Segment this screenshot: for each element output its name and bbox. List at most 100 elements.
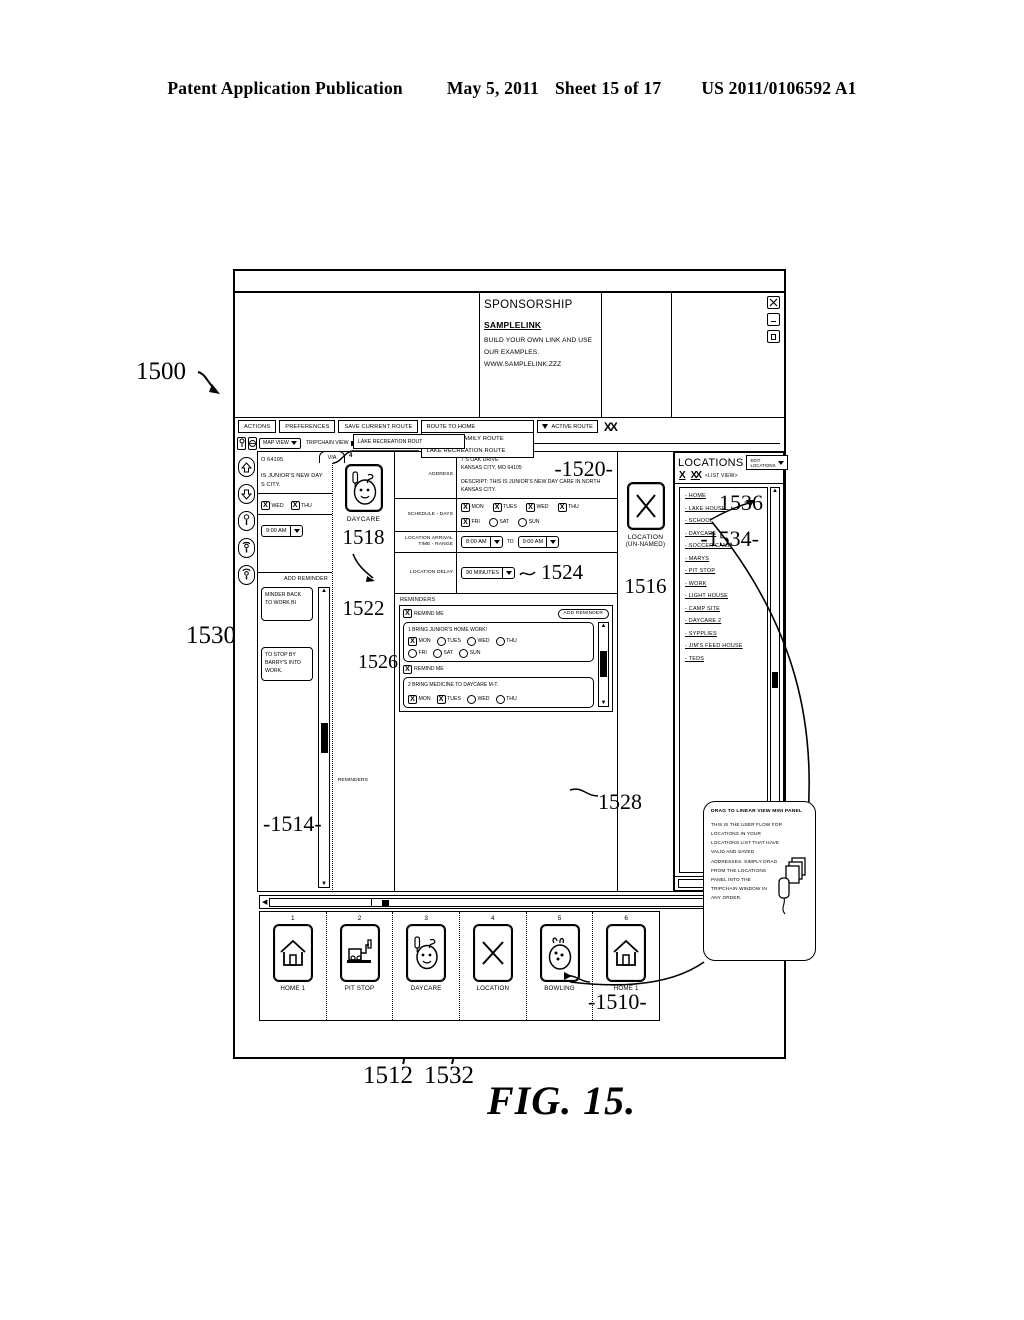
schedule-day-tues[interactable]: X TUES <box>492 503 517 513</box>
left-day-thu[interactable]: X THU <box>290 501 312 511</box>
reminders-header: X REMIND ME ADD REMINDER <box>403 608 609 619</box>
minimize-icon[interactable] <box>767 313 780 326</box>
info-rail-icon-3[interactable] <box>237 565 255 585</box>
leader-1524 <box>519 571 536 576</box>
scroll-left-icon[interactable]: ◀ <box>262 898 267 906</box>
ref-1530: 1530 <box>186 622 236 649</box>
info-rail-icon-1[interactable] <box>237 511 255 531</box>
left-notes-scrollbar[interactable]: ▲ ▼ <box>318 587 330 888</box>
delay-select[interactable]: 90 MINUTES <box>461 567 516 579</box>
leader-1500 <box>197 371 220 394</box>
maximize-icon[interactable] <box>767 330 780 343</box>
scroll-down-icon[interactable]: ▼ <box>321 881 327 887</box>
arrival-from-select[interactable]: 8:00 AM <box>461 536 503 549</box>
reminder-item-1[interactable]: 1 BRING JUNIOR'S HOME WORK! X MON TUES WE… <box>403 621 594 662</box>
chevron-up-rail-icon[interactable] <box>237 457 255 477</box>
schedule-day-sat-label: SAT <box>499 518 510 525</box>
checkbox-checked-icon[interactable]: X <box>492 503 502 513</box>
info-rail-icon-2[interactable] <box>237 538 255 558</box>
scroll-up-icon[interactable]: ▲ <box>601 623 607 629</box>
add-reminder-button[interactable]: ADD REMINDER <box>557 608 609 619</box>
checkbox-unchecked-icon[interactable] <box>408 648 417 658</box>
left-day-wed[interactable]: X WED <box>261 501 284 511</box>
house-icon[interactable] <box>272 924 313 982</box>
figure-caption: FIG. 15. <box>487 1078 637 1123</box>
checkbox-checked-icon[interactable]: X <box>403 664 412 674</box>
checkbox-unchecked-icon[interactable] <box>459 648 469 658</box>
left-add-reminder-button[interactable]: ADD REMINDER <box>258 573 332 584</box>
checkbox-unchecked-icon[interactable] <box>488 518 498 528</box>
checkbox-checked-icon[interactable]: X <box>461 503 470 513</box>
route-select[interactable]: ROUTE TO HOME <box>421 420 535 433</box>
tab-tripchain-view[interactable]: TRIPCHAIN VIEW <box>302 437 359 449</box>
reminder2-day-mon: MON <box>418 696 431 703</box>
checkbox-unchecked-icon[interactable] <box>495 694 505 704</box>
checkbox-unchecked-icon[interactable] <box>466 636 476 646</box>
checkbox-checked-icon[interactable]: X <box>525 503 535 513</box>
location-details-table: ADDRESS 7 S OAK DRIVE KANSAS CITY, MO 64… <box>263 452 618 891</box>
reminder-item-2[interactable]: 2 BRING MEDICINE TO DAYCARE M-T. X MON XT… <box>403 676 594 708</box>
locations-x-icon[interactable]: X <box>679 471 686 481</box>
checkbox-unchecked-icon[interactable] <box>518 518 528 528</box>
scroll-thumb[interactable] <box>600 651 607 678</box>
x-cross-icon[interactable] <box>472 924 513 982</box>
pin-icon[interactable] <box>237 436 246 450</box>
schedule-day-mon[interactable]: X MON <box>461 503 484 513</box>
checkbox-checked-icon[interactable]: X <box>461 518 470 528</box>
schedule-day-fri[interactable]: X FRI <box>461 518 480 528</box>
hscroll-block[interactable] <box>382 899 390 906</box>
close-icon[interactable] <box>767 296 780 309</box>
checkbox-checked-icon[interactable]: X <box>408 694 417 704</box>
checkbox-unchecked-icon[interactable] <box>495 636 505 646</box>
sponsor-link[interactable]: SAMPLELINK <box>484 320 597 330</box>
address-value[interactable]: 7 S OAK DRIVE KANSAS CITY, MO 64105 DESC… <box>457 452 617 498</box>
checkbox-unchecked-icon[interactable] <box>466 694 476 704</box>
preferences-button[interactable]: PREFERENCES <box>279 420 336 433</box>
left-note-2[interactable]: TO STOP BY BARRY'S INTO WORK. <box>261 647 313 682</box>
mini-cell-4[interactable]: 4 LOCATION <box>460 912 527 1020</box>
remind-me-toggle-2[interactable]: X REMIND ME <box>403 664 609 674</box>
schedule-day-wed[interactable]: X WED <box>525 503 549 513</box>
mini-cell-3[interactable]: 3 DAYCARE <box>393 912 461 1020</box>
arrival-to-select[interactable]: 9:00 AM <box>517 536 560 549</box>
reminders-scrollbar[interactable]: ▲ ▼ <box>598 621 609 707</box>
remind-me-toggle-1[interactable]: X REMIND ME <box>403 609 444 619</box>
x-cross-icon[interactable] <box>626 482 665 530</box>
chevron-down-rail-icon[interactable] <box>237 484 255 504</box>
mini-cell-2[interactable]: 2 PIT STOP <box>327 912 394 1020</box>
scroll-thumb[interactable] <box>320 722 328 753</box>
left-time-select[interactable]: 9:00 AM <box>261 525 303 538</box>
list-view-toggle[interactable]: <LIST VIEW> <box>705 473 738 479</box>
ref-1514: -1514- <box>263 811 322 836</box>
mini-cell-1[interactable]: 1 HOME 1 <box>260 912 327 1020</box>
save-current-route-button[interactable]: SAVE CURRENT ROUTE <box>338 420 419 433</box>
ref-1524: 1524 <box>541 560 584 585</box>
checkbox-checked-icon[interactable]: X <box>436 694 446 704</box>
xx-marker-icon[interactable]: XX <box>604 420 618 434</box>
callout-line-2: LOCATIONS IN YOUR <box>711 831 762 837</box>
checkbox-unchecked-icon[interactable] <box>432 648 442 658</box>
actions-button[interactable]: ACTIONS <box>238 420 277 433</box>
scroll-up-icon[interactable]: ▲ <box>321 588 327 594</box>
checkbox-checked-icon[interactable]: X <box>557 503 567 513</box>
gas-station-icon[interactable] <box>339 924 380 982</box>
active-route-toggle[interactable]: ACTIVE ROUTE <box>537 420 598 433</box>
edit-locations-button[interactable]: EDIT LOCATIONS <box>746 455 788 470</box>
schedule-day-sun[interactable]: SUN <box>518 518 540 528</box>
sponsor-col-content: SPONSORSHIP SAMPLELINK BUILD YOUR OWN LI… <box>480 293 602 417</box>
checkbox-checked-icon[interactable]: X <box>290 501 300 511</box>
globe-icon[interactable] <box>248 436 257 450</box>
overlay-route-tab[interactable]: LAKE RECREATION ROUT <box>353 434 465 449</box>
left-note-1[interactable]: MINDER BACK TO WORK BI <box>261 587 313 622</box>
daycare-icon[interactable] <box>406 924 447 982</box>
checkbox-checked-icon[interactable]: X <box>403 609 412 619</box>
scroll-down-icon[interactable]: ▼ <box>601 700 607 706</box>
hscroll-thumb[interactable] <box>274 898 373 906</box>
schedule-day-sat[interactable]: SAT <box>488 518 510 528</box>
tab-map-view[interactable]: MAP VIEW <box>259 437 301 449</box>
checkbox-unchecked-icon[interactable] <box>436 636 446 646</box>
schedule-day-thu[interactable]: X THU <box>557 503 579 513</box>
daycare-icon[interactable] <box>344 464 383 512</box>
checkbox-checked-icon[interactable]: X <box>261 501 270 511</box>
checkbox-checked-icon[interactable]: X <box>408 636 417 646</box>
